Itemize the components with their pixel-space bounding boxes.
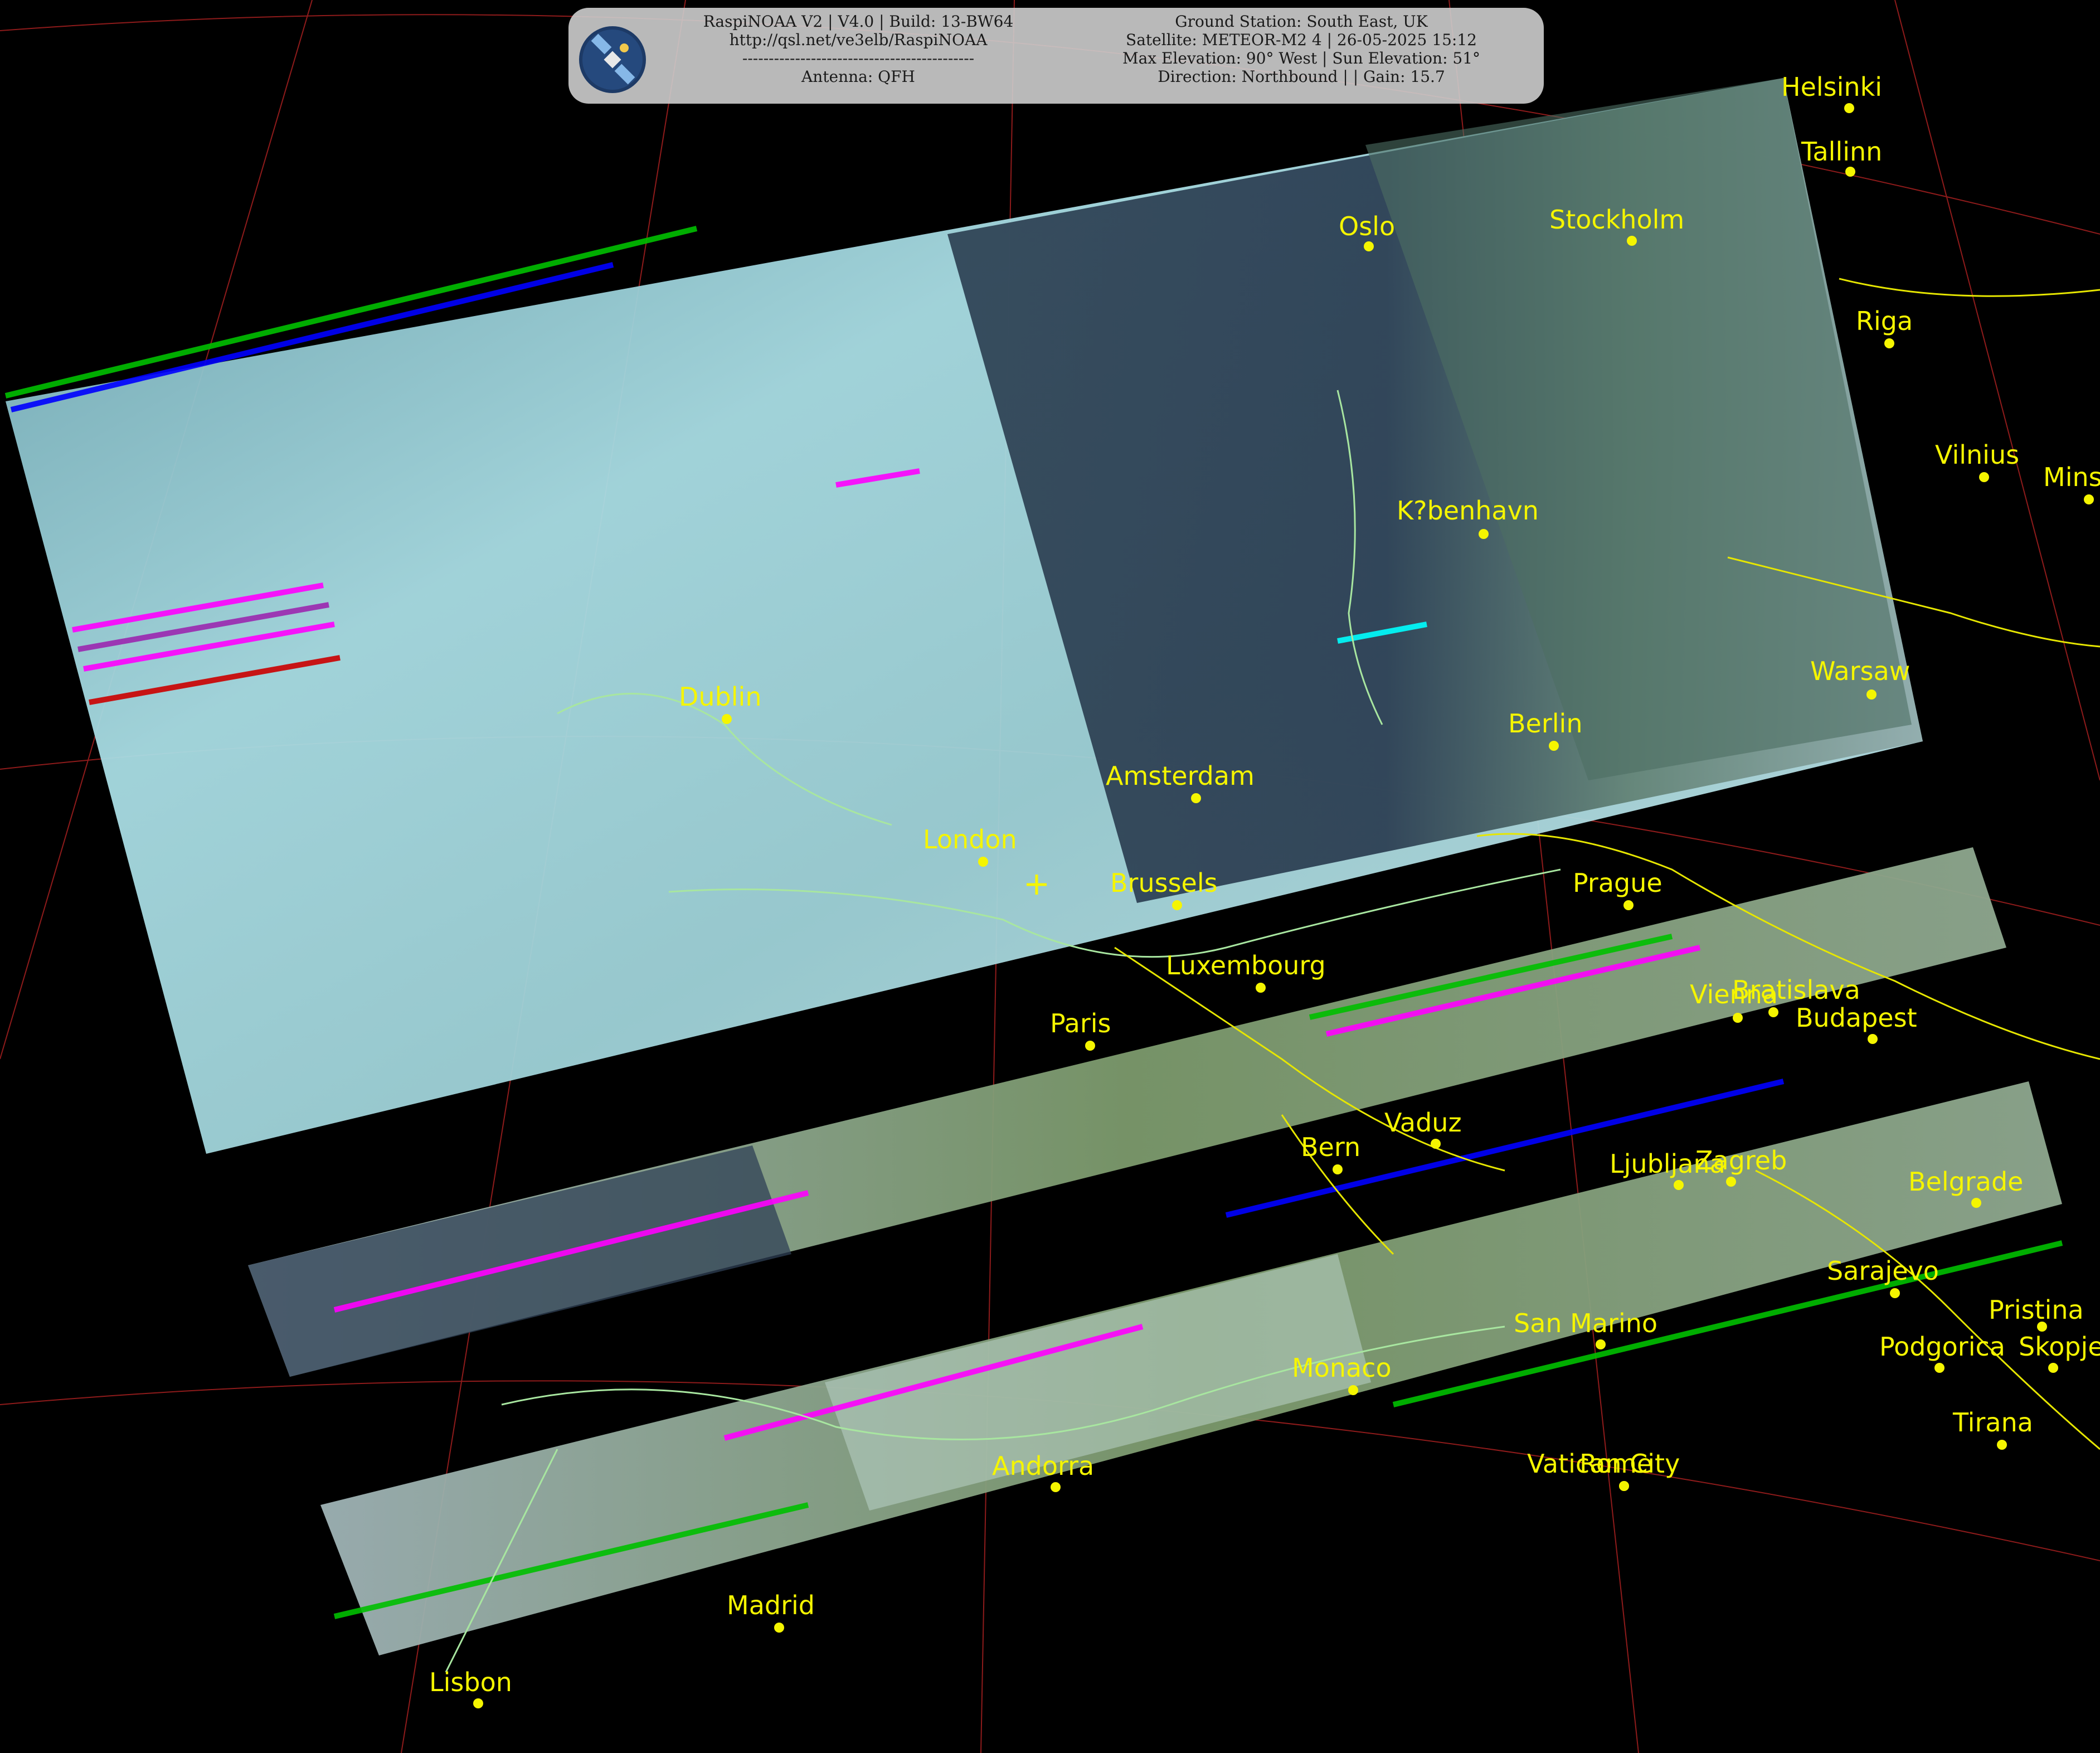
city-label: Zagreb [1695, 1145, 1787, 1176]
city-dot [1627, 236, 1637, 246]
city-dot [1868, 1034, 1878, 1044]
city-dot [1172, 900, 1182, 910]
city-label: Andorra [992, 1451, 1094, 1481]
city-dot [1890, 1288, 1900, 1298]
city-label: Amsterdam [1106, 761, 1255, 791]
city-label: Pristina [1989, 1295, 2084, 1325]
city-dot [1333, 1164, 1343, 1174]
city-dot [1768, 1007, 1778, 1017]
banner-right-column: Ground Station: South East, UK Satellite… [1064, 12, 1538, 86]
city-dot [1674, 1180, 1684, 1190]
city-dot [1844, 103, 1854, 113]
city-label: Bern [1301, 1132, 1360, 1162]
city-label: Madrid [727, 1590, 815, 1620]
city-dot [1979, 472, 1989, 482]
city-dot [1997, 1440, 2007, 1450]
city-label: Brussels [1110, 868, 1218, 898]
city-dot [1733, 1013, 1743, 1023]
pass-info-banner: RaspiNOAA V2 | V4.0 | Build: 13-BW64 htt… [568, 8, 1544, 104]
city-dot [1884, 338, 1894, 348]
city-dot [1431, 1139, 1441, 1149]
city-label: Vilnius [1935, 440, 2019, 470]
city-dot [473, 1698, 483, 1708]
imagery-swath [6, 78, 2062, 1655]
city-label: Vaduz [1384, 1108, 1462, 1138]
satellite-map: Helsinki Tallinn Oslo Stockholm Riga Vilnius M… [0, 0, 2100, 1753]
satellite-icon [579, 26, 646, 93]
city-label: Tallinn [1801, 137, 1882, 167]
city-label: Skopje [2019, 1332, 2100, 1362]
banner-url: http://qsl.net/ve3elb/RaspiNOAA [729, 31, 988, 49]
banner-satellite: Satellite: METEOR-M2 4 | 26-05-2025 15:1… [1126, 31, 1477, 49]
city-label: Berlin [1508, 708, 1583, 739]
city-dot [2048, 1363, 2058, 1373]
city-label: Paris [1050, 1008, 1111, 1038]
city-dot [1479, 529, 1489, 539]
banner-antenna: Antenna: QFH [801, 67, 915, 86]
city-label: London [923, 824, 1017, 854]
banner-direction: Direction: Northbound | | Gain: 15.7 [1158, 67, 1445, 86]
city-dot [978, 857, 988, 867]
city-label: Budapest [1796, 1003, 1917, 1033]
city-dot [774, 1623, 784, 1633]
city-label: San Marino [1514, 1308, 1657, 1338]
city-label: Riga [1856, 306, 1913, 336]
city-dot [1726, 1177, 1736, 1187]
city-label: Stockholm [1549, 205, 1684, 235]
city-dot [1256, 983, 1266, 993]
city-dot [722, 714, 732, 724]
city-label: Monaco [1292, 1353, 1392, 1383]
city-label: Podgorica [1879, 1332, 2005, 1362]
city-dot [1596, 1339, 1606, 1349]
city-label: Oslo [1339, 211, 1395, 241]
city-label: Helsinki [1781, 72, 1882, 102]
city-dot [1866, 689, 1877, 700]
banner-elevation: Max Elevation: 90° West | Sun Elevation:… [1122, 49, 1481, 67]
city-label: Warsaw [1810, 656, 1910, 686]
city-dot [1085, 1041, 1095, 1051]
banner-software-version: RaspiNOAA V2 | V4.0 | Build: 13-BW64 [703, 12, 1014, 31]
city-dot [1623, 900, 1634, 910]
city-label: Mins [2043, 462, 2100, 492]
city-dot [1364, 241, 1374, 251]
city-label: Dublin [679, 682, 762, 712]
banner-ground-station: Ground Station: South East, UK [1175, 12, 1428, 31]
city-dot [1845, 167, 1855, 177]
banner-left-column: RaspiNOAA V2 | V4.0 | Build: 13-BW64 htt… [663, 12, 1053, 86]
city-label: Rome [1579, 1449, 1652, 1479]
city-label: Belgrade [1908, 1167, 2023, 1197]
city-dot [1191, 793, 1201, 803]
city-dot [1051, 1482, 1061, 1492]
city-label: Lisbon [429, 1667, 512, 1697]
city-dot [1934, 1363, 1945, 1373]
city-dot [1348, 1385, 1358, 1395]
city-label: Sarajevo [1827, 1256, 1939, 1286]
city-dot [1971, 1198, 1981, 1208]
city-dot [2084, 494, 2094, 504]
city-label: Bratislava [1732, 975, 1860, 1005]
city-label: Prague [1573, 868, 1662, 898]
city-dot [1619, 1481, 1629, 1491]
city-label: Tirana [1952, 1407, 2033, 1438]
city-dot [1549, 741, 1559, 751]
city-label: Luxembourg [1166, 950, 1326, 980]
city-label: K?benhavn [1397, 496, 1539, 526]
banner-divider: ----------------------------------------… [742, 49, 975, 67]
